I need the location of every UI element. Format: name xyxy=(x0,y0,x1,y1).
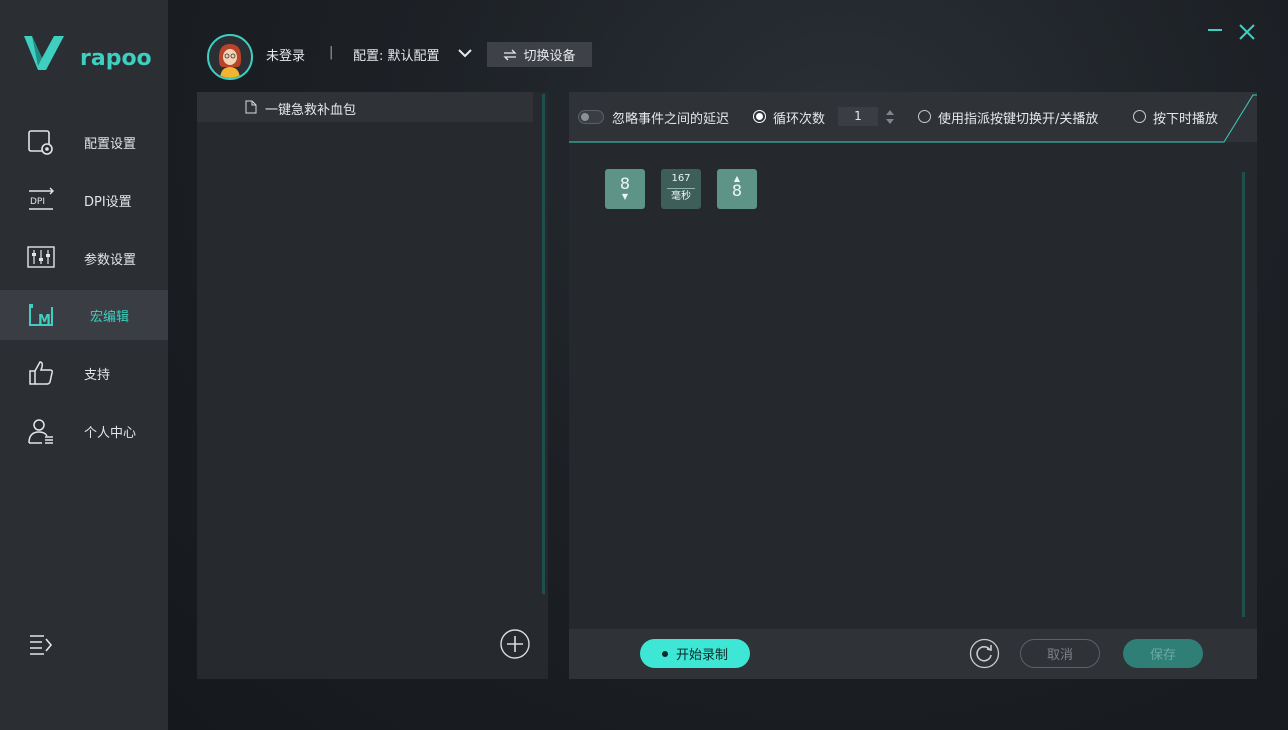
delay-value: 167 xyxy=(671,173,691,184)
record-label: 开始录制 xyxy=(675,648,728,663)
macro-editor-panel: 忽略事件之间的延迟 循环次数 1 使用指派按键切换开/关播放 按下时播放 8 ▼… xyxy=(569,92,1257,679)
loop-radio[interactable] xyxy=(753,110,766,123)
delay-unit: 毫秒 xyxy=(667,188,695,203)
rapoo-logo: rapoo xyxy=(24,36,152,71)
bottom-bar: 开始录制 取消 保存 xyxy=(569,629,1257,679)
user-avatar-icon xyxy=(209,36,251,78)
record-dot-icon xyxy=(661,650,668,657)
key-down-arrow-icon: ▼ xyxy=(621,192,629,201)
sidebar-item-label: DPI设置 xyxy=(84,195,132,210)
toggle-assign-label: 使用指派按键切换开/关播放 xyxy=(938,112,1099,127)
menu-collapse-icon[interactable] xyxy=(28,632,54,656)
macro-list-panel: 一键急救补血包 xyxy=(197,92,548,679)
chevron-down-icon[interactable] xyxy=(457,46,473,60)
sliders-icon xyxy=(27,246,55,268)
sidebar: rapoo 配置设置 DPI DPI设置 参数设置 M 宏编辑 支持 个人中心 xyxy=(0,0,168,730)
switch-device-label: 切换设备 xyxy=(523,49,576,64)
sidebar-item-label: 支持 xyxy=(84,368,111,383)
dpi-icon: DPI xyxy=(29,187,54,210)
list-item[interactable]: 一键急救补血包 xyxy=(197,92,533,122)
refresh-icon[interactable] xyxy=(969,638,1000,669)
svg-text:M: M xyxy=(38,313,51,328)
list-scrollbar[interactable] xyxy=(542,94,545,594)
swap-icon xyxy=(503,49,518,60)
sidebar-item-config[interactable]: 配置设置 xyxy=(0,117,168,167)
press-play-radio[interactable] xyxy=(1133,110,1146,123)
save-button[interactable]: 保存 xyxy=(1123,639,1203,668)
sidebar-item-label: 配置设置 xyxy=(84,137,137,152)
event-key-down[interactable]: 8 ▼ xyxy=(605,169,645,209)
toggle-assign-radio[interactable] xyxy=(918,110,931,123)
user-center-icon xyxy=(28,419,53,444)
sidebar-item-label: 宏编辑 xyxy=(90,310,130,325)
sidebar-item-support[interactable]: 支持 xyxy=(0,348,168,398)
event-key: 8 xyxy=(731,181,743,200)
sidebar-item-label: 参数设置 xyxy=(84,253,137,268)
sidebar-item-macro[interactable]: M 宏编辑 xyxy=(0,290,168,340)
sidebar-item-user-center[interactable]: 个人中心 xyxy=(0,406,168,456)
config-settings-icon xyxy=(28,130,53,155)
header-separator: | xyxy=(329,45,334,60)
ignore-delay-toggle[interactable] xyxy=(578,110,604,124)
spinner-arrows-icon[interactable] xyxy=(884,107,896,127)
sidebar-item-params[interactable]: 参数设置 xyxy=(0,233,168,283)
switch-device-button[interactable]: 切换设备 xyxy=(487,42,592,67)
minimize-icon[interactable] xyxy=(1206,20,1224,40)
start-record-button[interactable]: 开始录制 xyxy=(640,639,750,668)
macro-name: 一键急救补血包 xyxy=(265,103,357,118)
loop-count-input[interactable]: 1 xyxy=(838,107,878,126)
cancel-button[interactable]: 取消 xyxy=(1020,639,1100,668)
ignore-delay-label: 忽略事件之间的延迟 xyxy=(612,112,730,127)
macro-icon: M xyxy=(29,304,53,328)
config-selector-label[interactable]: 配置: 默认配置 xyxy=(353,45,440,64)
avatar[interactable] xyxy=(207,34,253,80)
event-key: 8 xyxy=(619,174,631,193)
options-bar: 忽略事件之间的延迟 循环次数 1 使用指派按键切换开/关播放 按下时播放 xyxy=(569,92,1257,143)
sidebar-item-dpi[interactable]: DPI DPI设置 xyxy=(0,175,168,225)
close-icon[interactable] xyxy=(1237,22,1257,42)
loop-label: 循环次数 xyxy=(773,112,826,127)
svg-text:DPI: DPI xyxy=(30,197,45,207)
document-icon xyxy=(245,100,257,114)
event-delay[interactable]: 167 毫秒 xyxy=(661,169,701,209)
svg-text:rapoo: rapoo xyxy=(80,46,152,71)
sidebar-item-label: 个人中心 xyxy=(84,426,137,441)
editor-scrollbar[interactable] xyxy=(1242,172,1245,617)
user-name[interactable]: 未登录 xyxy=(266,45,305,64)
press-play-label: 按下时播放 xyxy=(1153,112,1219,127)
event-key-up[interactable]: ▲ 8 xyxy=(717,169,757,209)
thumbs-up-icon xyxy=(29,361,53,385)
add-macro-icon[interactable] xyxy=(499,628,531,660)
